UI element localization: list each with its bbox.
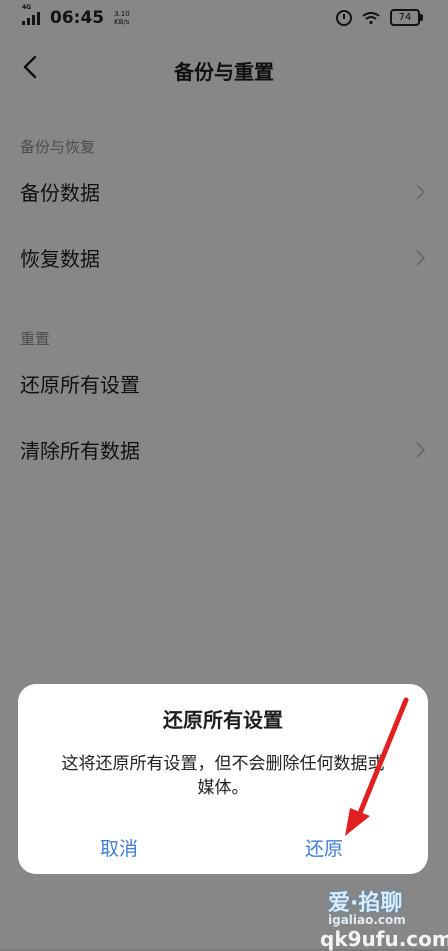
dialog-message: 这将还原所有设置，但不会删除任何数据或媒体。 [61,754,385,798]
watermark-line2: igaliao.com [328,913,406,927]
reset-confirm-dialog: 还原所有设置 这将还原所有设置，但不会删除任何数据或媒体。 取消 还原 [18,684,428,874]
cancel-button[interactable]: 取消 [100,834,138,861]
watermark-line3: qk9ufu.com [320,927,448,951]
confirm-reset-button[interactable]: 还原 [305,834,343,861]
watermark-logo: 爱·掐聊 igaliao.com qk9ufu.com [298,883,448,951]
dialog-title: 还原所有设置 [163,708,283,732]
